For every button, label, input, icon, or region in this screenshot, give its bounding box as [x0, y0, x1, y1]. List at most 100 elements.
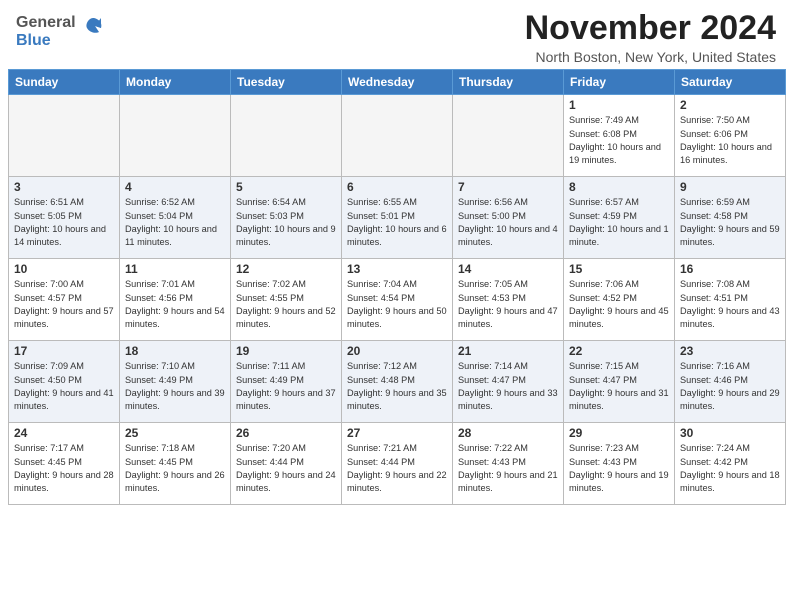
day-info: Sunrise: 7:12 AM Sunset: 4:48 PM Dayligh… [347, 360, 447, 413]
day-info: Sunrise: 7:22 AM Sunset: 4:43 PM Dayligh… [458, 442, 558, 495]
day-info: Sunrise: 7:24 AM Sunset: 4:42 PM Dayligh… [680, 442, 780, 495]
header-saturday: Saturday [675, 70, 786, 95]
main-title: November 2024 [525, 10, 776, 47]
day-number: 17 [14, 344, 114, 358]
calendar-day-cell: 17 Sunrise: 7:09 AM Sunset: 4:50 PM Dayli… [9, 341, 120, 423]
calendar-day-cell: 19 Sunrise: 7:11 AM Sunset: 4:49 PM Dayli… [231, 341, 342, 423]
day-number: 22 [569, 344, 669, 358]
day-info: Sunrise: 7:49 AM Sunset: 6:08 PM Dayligh… [569, 114, 669, 167]
day-info: Sunrise: 7:50 AM Sunset: 6:06 PM Dayligh… [680, 114, 780, 167]
day-info: Sunrise: 7:02 AM Sunset: 4:55 PM Dayligh… [236, 278, 336, 331]
day-info: Sunrise: 7:06 AM Sunset: 4:52 PM Dayligh… [569, 278, 669, 331]
day-number: 28 [458, 426, 558, 440]
subtitle: North Boston, New York, United States [525, 49, 776, 65]
day-number: 9 [680, 180, 780, 194]
title-area: November 2024 North Boston, New York, Un… [525, 10, 776, 65]
page-header: General Blue November 2024 North Boston,… [0, 0, 792, 69]
day-number: 21 [458, 344, 558, 358]
day-number: 23 [680, 344, 780, 358]
day-number: 4 [125, 180, 225, 194]
calendar-day-cell: 1 Sunrise: 7:49 AM Sunset: 6:08 PM Daylig… [564, 95, 675, 177]
calendar-day-cell: 21 Sunrise: 7:14 AM Sunset: 4:47 PM Dayli… [453, 341, 564, 423]
day-info: Sunrise: 7:14 AM Sunset: 4:47 PM Dayligh… [458, 360, 558, 413]
day-info: Sunrise: 7:21 AM Sunset: 4:44 PM Dayligh… [347, 442, 447, 495]
calendar-day-cell: 5Sunrise: 6:54 AM Sunset: 5:03 PM Daylig… [231, 177, 342, 259]
day-info: Sunrise: 7:17 AM Sunset: 4:45 PM Dayligh… [14, 442, 114, 495]
calendar-day-cell: 2 Sunrise: 7:50 AM Sunset: 6:06 PM Daylig… [675, 95, 786, 177]
day-info: Sunrise: 6:55 AM Sunset: 5:01 PM Dayligh… [347, 196, 447, 249]
day-info: Sunrise: 6:57 AM Sunset: 4:59 PM Dayligh… [569, 196, 669, 249]
header-wednesday: Wednesday [342, 70, 453, 95]
calendar-day-cell [342, 95, 453, 177]
day-number: 12 [236, 262, 336, 276]
day-number: 1 [569, 98, 669, 112]
calendar-day-cell [120, 95, 231, 177]
logo-icon [79, 14, 107, 42]
calendar-day-cell: 9Sunrise: 6:59 AM Sunset: 4:58 PM Daylig… [675, 177, 786, 259]
day-number: 19 [236, 344, 336, 358]
day-number: 30 [680, 426, 780, 440]
calendar-day-cell: 12 Sunrise: 7:02 AM Sunset: 4:55 PM Dayli… [231, 259, 342, 341]
day-number: 10 [14, 262, 114, 276]
calendar-day-cell: 22 Sunrise: 7:15 AM Sunset: 4:47 PM Dayli… [564, 341, 675, 423]
calendar-week-row: 24 Sunrise: 7:17 AM Sunset: 4:45 PM Dayli… [9, 423, 786, 505]
calendar-day-cell: 27Sunrise: 7:21 AM Sunset: 4:44 PM Dayli… [342, 423, 453, 505]
day-number: 24 [14, 426, 114, 440]
day-number: 6 [347, 180, 447, 194]
day-number: 13 [347, 262, 447, 276]
day-info: Sunrise: 7:23 AM Sunset: 4:43 PM Dayligh… [569, 442, 669, 495]
calendar-day-cell [231, 95, 342, 177]
day-info: Sunrise: 7:11 AM Sunset: 4:49 PM Dayligh… [236, 360, 336, 413]
day-number: 16 [680, 262, 780, 276]
calendar-day-cell: 25Sunrise: 7:18 AM Sunset: 4:45 PM Dayli… [120, 423, 231, 505]
calendar-day-cell: 4 Sunrise: 6:52 AM Sunset: 5:04 PM Daylig… [120, 177, 231, 259]
day-info: Sunrise: 7:08 AM Sunset: 4:51 PM Dayligh… [680, 278, 780, 331]
day-number: 20 [347, 344, 447, 358]
day-info: Sunrise: 7:18 AM Sunset: 4:45 PM Dayligh… [125, 442, 225, 495]
day-number: 7 [458, 180, 558, 194]
day-info: Sunrise: 7:15 AM Sunset: 4:47 PM Dayligh… [569, 360, 669, 413]
calendar-day-cell: 18 Sunrise: 7:10 AM Sunset: 4:49 PM Dayli… [120, 341, 231, 423]
day-info: Sunrise: 7:05 AM Sunset: 4:53 PM Dayligh… [458, 278, 558, 331]
logo-text: General [16, 14, 76, 32]
day-number: 3 [14, 180, 114, 194]
day-number: 26 [236, 426, 336, 440]
header-tuesday: Tuesday [231, 70, 342, 95]
day-info: Sunrise: 6:56 AM Sunset: 5:00 PM Dayligh… [458, 196, 558, 249]
day-info: Sunrise: 7:16 AM Sunset: 4:46 PM Dayligh… [680, 360, 780, 413]
calendar-day-cell: 8Sunrise: 6:57 AM Sunset: 4:59 PM Daylig… [564, 177, 675, 259]
calendar-day-cell: 23 Sunrise: 7:16 AM Sunset: 4:46 PM Dayli… [675, 341, 786, 423]
calendar-day-cell: 3 Sunrise: 6:51 AM Sunset: 5:05 PM Daylig… [9, 177, 120, 259]
day-number: 18 [125, 344, 225, 358]
day-info: Sunrise: 7:10 AM Sunset: 4:49 PM Dayligh… [125, 360, 225, 413]
calendar-table: Sunday Monday Tuesday Wednesday Thursday… [8, 69, 786, 505]
calendar-day-cell: 24 Sunrise: 7:17 AM Sunset: 4:45 PM Dayli… [9, 423, 120, 505]
calendar-day-cell: 26Sunrise: 7:20 AM Sunset: 4:44 PM Dayli… [231, 423, 342, 505]
calendar-week-row: 17 Sunrise: 7:09 AM Sunset: 4:50 PM Dayli… [9, 341, 786, 423]
calendar-day-cell: 13 Sunrise: 7:04 AM Sunset: 4:54 PM Dayli… [342, 259, 453, 341]
header-thursday: Thursday [453, 70, 564, 95]
calendar-day-cell: 6 Sunrise: 6:55 AM Sunset: 5:01 PM Daylig… [342, 177, 453, 259]
day-info: Sunrise: 7:09 AM Sunset: 4:50 PM Dayligh… [14, 360, 114, 413]
day-info: Sunrise: 7:00 AM Sunset: 4:57 PM Dayligh… [14, 278, 114, 331]
day-info: Sunrise: 6:51 AM Sunset: 5:05 PM Dayligh… [14, 196, 114, 249]
day-info: Sunrise: 6:52 AM Sunset: 5:04 PM Dayligh… [125, 196, 225, 249]
calendar-day-cell: 29 Sunrise: 7:23 AM Sunset: 4:43 PM Dayli… [564, 423, 675, 505]
calendar-day-cell [453, 95, 564, 177]
calendar-day-cell: 16 Sunrise: 7:08 AM Sunset: 4:51 PM Dayli… [675, 259, 786, 341]
calendar-day-cell: 14Sunrise: 7:05 AM Sunset: 4:53 PM Dayli… [453, 259, 564, 341]
calendar-day-cell: 15Sunrise: 7:06 AM Sunset: 4:52 PM Dayli… [564, 259, 675, 341]
calendar-day-cell: 11Sunrise: 7:01 AM Sunset: 4:56 PM Dayli… [120, 259, 231, 341]
day-number: 2 [680, 98, 780, 112]
calendar-day-cell: 30 Sunrise: 7:24 AM Sunset: 4:42 PM Dayli… [675, 423, 786, 505]
calendar-week-row: 1 Sunrise: 7:49 AM Sunset: 6:08 PM Daylig… [9, 95, 786, 177]
day-number: 29 [569, 426, 669, 440]
calendar-week-row: 3 Sunrise: 6:51 AM Sunset: 5:05 PM Daylig… [9, 177, 786, 259]
logo-blue-text: Blue [16, 32, 51, 50]
header-monday: Monday [120, 70, 231, 95]
header-friday: Friday [564, 70, 675, 95]
day-info: Sunrise: 7:04 AM Sunset: 4:54 PM Dayligh… [347, 278, 447, 331]
day-number: 11 [125, 262, 225, 276]
calendar-week-row: 10 Sunrise: 7:00 AM Sunset: 4:57 PM Dayli… [9, 259, 786, 341]
calendar-day-cell: 7 Sunrise: 6:56 AM Sunset: 5:00 PM Daylig… [453, 177, 564, 259]
